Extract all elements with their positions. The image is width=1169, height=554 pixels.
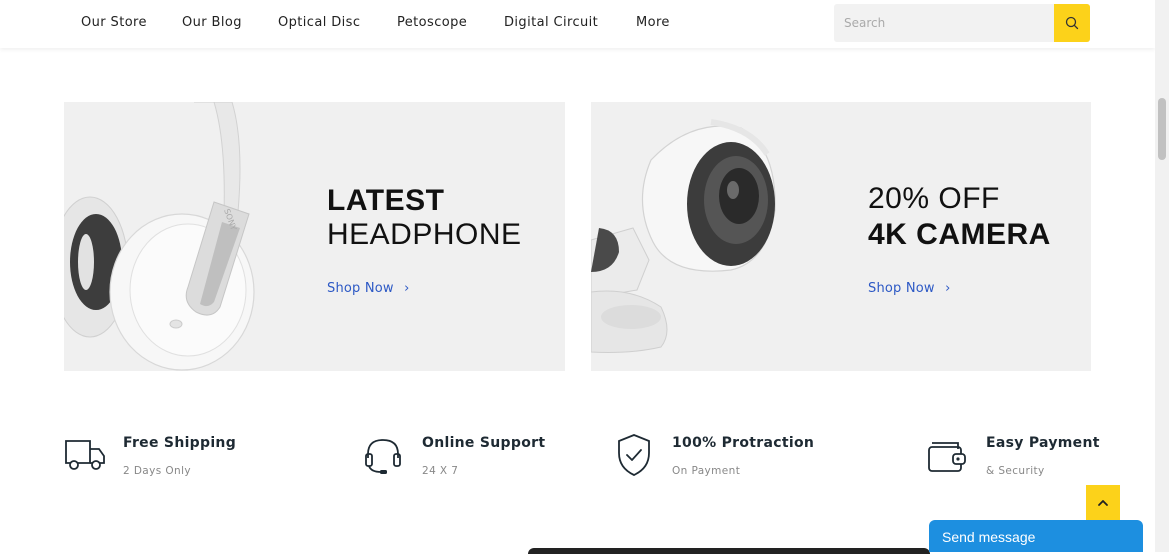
scrollbar-thumb[interactable] <box>1158 98 1166 160</box>
feature-title: Free Shipping <box>123 435 237 451</box>
feature-subtitle: 24 X 7 <box>422 465 459 477</box>
shop-now-link[interactable]: Shop Now › <box>327 281 410 296</box>
feature-subtitle: & Security <box>986 465 1045 477</box>
headset-icon <box>365 439 401 474</box>
chevron-up-icon <box>1098 500 1108 506</box>
headphone-image: SONY <box>64 102 255 371</box>
shield-check-icon <box>618 434 650 476</box>
wallet-icon <box>928 442 966 472</box>
nav-item-optical-disc[interactable]: Optical Disc <box>278 15 360 30</box>
shop-now-label: Shop Now <box>868 281 935 296</box>
search-icon <box>1065 16 1079 30</box>
search-button[interactable] <box>1054 4 1090 42</box>
search-input[interactable] <box>834 4 1052 42</box>
banner-subtitle: 4K CAMERA <box>868 218 1051 251</box>
chevron-right-icon: › <box>945 281 951 296</box>
bottom-bar <box>528 548 930 554</box>
feature-subtitle: On Payment <box>672 465 741 477</box>
camera-image <box>591 119 776 353</box>
search-box <box>834 4 1090 42</box>
truck-icon <box>65 440 105 470</box>
feature-subtitle: 2 Days Only <box>123 465 192 477</box>
feature-title: Online Support <box>422 435 546 451</box>
feature-title: Easy Payment <box>986 435 1100 451</box>
chevron-right-icon: › <box>404 281 410 296</box>
nav-item-more[interactable]: More <box>636 15 670 30</box>
nav-item-our-store[interactable]: Our Store <box>81 15 147 30</box>
send-message-chat-button[interactable]: Send message <box>929 520 1143 552</box>
camera-banner[interactable]: 20% OFF 4K CAMERA Shop Now › <box>591 102 1091 371</box>
headphone-banner[interactable]: SONY LATEST HEADPHONE Shop Now › <box>64 102 565 371</box>
nav-item-our-blog[interactable]: Our Blog <box>182 15 242 30</box>
banner-title: LATEST <box>327 184 445 217</box>
nav-item-digital-circuit[interactable]: Digital Circuit <box>504 15 598 30</box>
shop-now-link[interactable]: Shop Now › <box>868 281 951 296</box>
nav-item-petoscope[interactable]: Petoscope <box>397 15 467 30</box>
page-scrollbar[interactable] <box>1155 0 1169 552</box>
feature-title: 100% Protraction <box>672 435 815 451</box>
back-to-top-button[interactable] <box>1086 485 1120 521</box>
top-navigation: Our Store Our Blog Optical Disc Petoscop… <box>0 0 1155 48</box>
shop-now-label: Shop Now <box>327 281 394 296</box>
banner-title: 20% OFF <box>868 182 1000 215</box>
banner-subtitle: HEADPHONE <box>327 218 522 251</box>
